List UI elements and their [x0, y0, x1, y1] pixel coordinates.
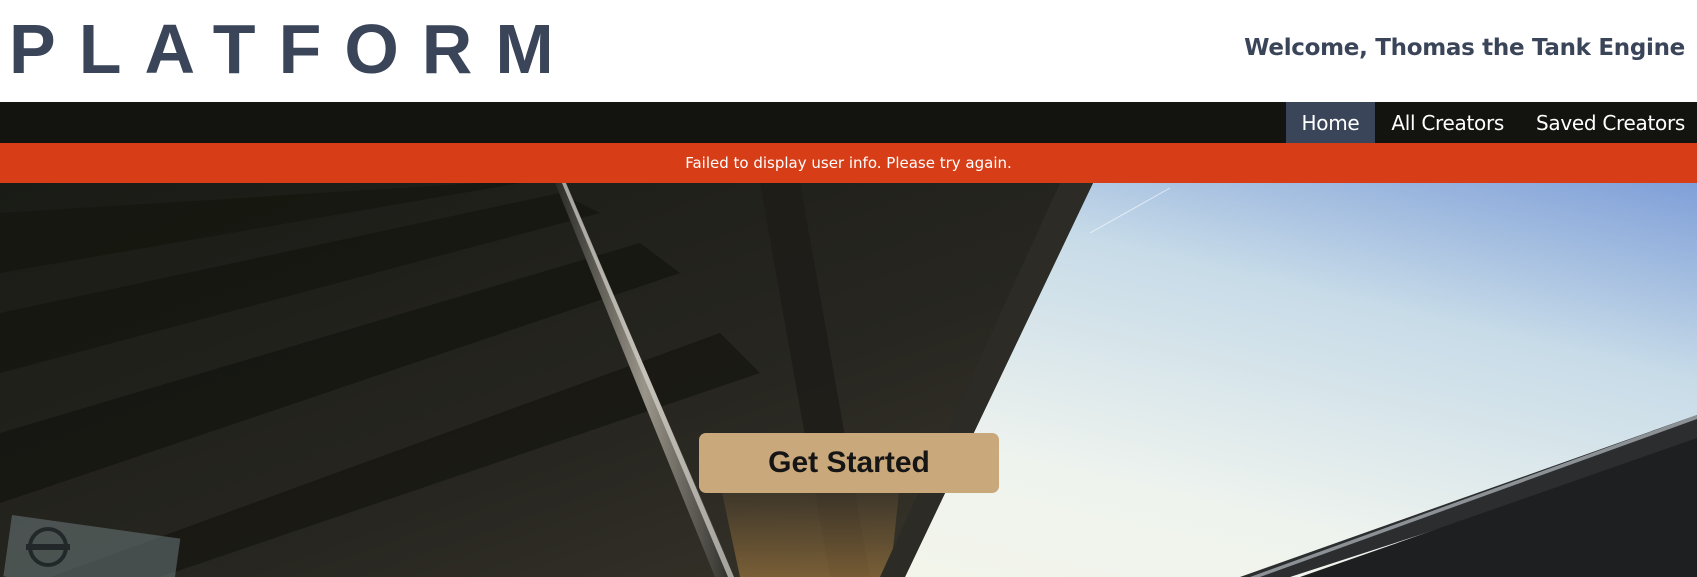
site-header: PLATFORM Welcome, Thomas the Tank Engine	[0, 0, 1697, 102]
main-nav: Home All Creators Saved Creators	[0, 102, 1697, 143]
nav-item-home[interactable]: Home	[1285, 102, 1376, 143]
welcome-message: Welcome, Thomas the Tank Engine	[1244, 35, 1685, 61]
error-alert-message: Failed to display user info. Please try …	[685, 154, 1012, 172]
nav-item-saved-creators[interactable]: Saved Creators	[1520, 102, 1697, 143]
hero-background-image	[0, 183, 1697, 577]
hero-section	[0, 183, 1697, 577]
error-alert: Failed to display user info. Please try …	[0, 143, 1697, 183]
nav-item-all-creators[interactable]: All Creators	[1375, 102, 1520, 143]
platform-logo[interactable]: PLATFORM	[0, 14, 577, 84]
get-started-button[interactable]: Get Started	[699, 433, 999, 493]
